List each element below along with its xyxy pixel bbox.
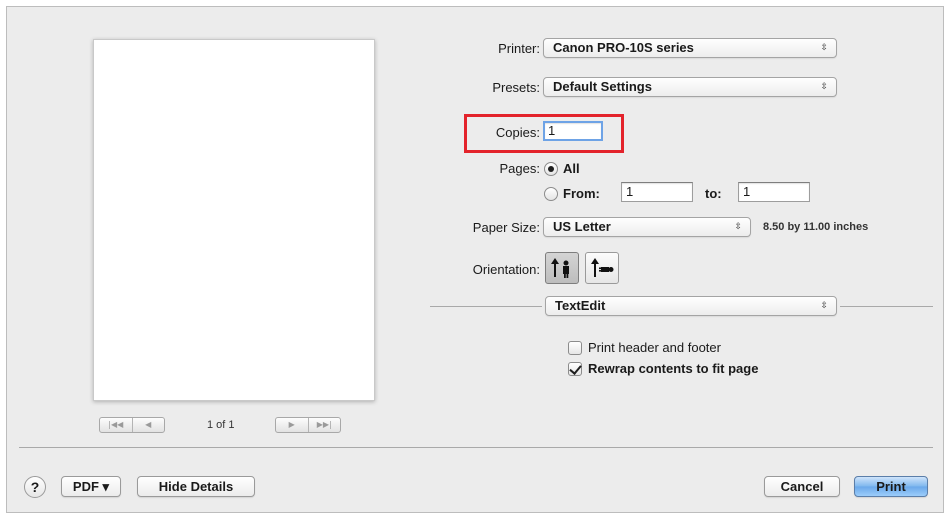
up-down-arrows-icon: ⇳ (820, 43, 828, 53)
up-down-arrows-icon: ⇳ (820, 82, 828, 92)
paper-size-label: Paper Size: (472, 220, 540, 235)
first-page-button[interactable]: |◀◀ (100, 418, 132, 432)
section-separator-right (840, 306, 933, 307)
help-button[interactable]: ? (24, 476, 46, 498)
copies-label: Copies: (495, 125, 540, 140)
copies-field[interactable]: 1 (543, 121, 603, 141)
preview-forward-group: ▶ ▶▶| (275, 417, 341, 433)
previous-page-button[interactable]: ◀ (131, 418, 165, 432)
rewrap-checkbox[interactable] (568, 362, 582, 376)
paper-dimensions: 8.50 by 11.00 inches (763, 221, 869, 233)
pages-from-radio[interactable] (544, 187, 558, 201)
orientation-label: Orientation: (472, 262, 540, 277)
pdf-menu-button[interactable]: PDF ▾ (61, 476, 121, 497)
pages-from-label: From: (563, 186, 600, 201)
printer-label: Printer: (498, 41, 540, 56)
pages-all-radio[interactable] (544, 162, 558, 176)
up-down-arrows-icon: ⇳ (734, 222, 742, 232)
presets-popup[interactable]: Default Settings ⇳ (543, 77, 837, 97)
portrait-icon (551, 258, 569, 278)
section-popup[interactable]: TextEdit ⇳ (545, 296, 837, 316)
last-page-button[interactable]: ▶▶| (307, 418, 341, 432)
pages-label: Pages: (499, 161, 540, 176)
portrait-orientation-button[interactable] (545, 252, 579, 284)
preview-back-group: |◀◀ ◀ (99, 417, 165, 433)
print-button[interactable]: Print (854, 476, 928, 497)
section-value: TextEdit (555, 298, 606, 313)
pages-to-label: to: (705, 186, 722, 201)
presets-value: Default Settings (553, 79, 652, 94)
hide-details-button[interactable]: Hide Details (137, 476, 255, 497)
up-down-arrows-icon: ⇳ (820, 301, 828, 311)
paper-size-value: US Letter (553, 219, 611, 234)
footer-separator (19, 447, 933, 448)
next-page-button[interactable]: ▶ (276, 418, 308, 432)
presets-label: Presets: (492, 80, 540, 95)
page-preview (93, 39, 375, 401)
print-header-footer-label: Print header and footer (588, 340, 721, 355)
landscape-orientation-button[interactable] (585, 252, 619, 284)
print-dialog: |◀◀ ◀ 1 of 1 ▶ ▶▶| Printer: Canon PRO-10… (6, 6, 944, 513)
print-header-footer-checkbox[interactable] (568, 341, 582, 355)
section-separator-left (430, 306, 542, 307)
pages-from-field[interactable]: 1 (621, 182, 693, 202)
rewrap-label: Rewrap contents to fit page (588, 361, 759, 376)
page-count: 1 of 1 (207, 419, 235, 431)
cancel-button[interactable]: Cancel (764, 476, 840, 497)
help-icon: ? (30, 479, 40, 495)
landscape-icon (591, 258, 614, 277)
paper-size-popup[interactable]: US Letter ⇳ (543, 217, 751, 237)
pages-all-label: All (563, 161, 580, 176)
printer-value: Canon PRO-10S series (553, 40, 694, 55)
printer-popup[interactable]: Canon PRO-10S series ⇳ (543, 38, 837, 58)
pages-to-field[interactable]: 1 (738, 182, 810, 202)
